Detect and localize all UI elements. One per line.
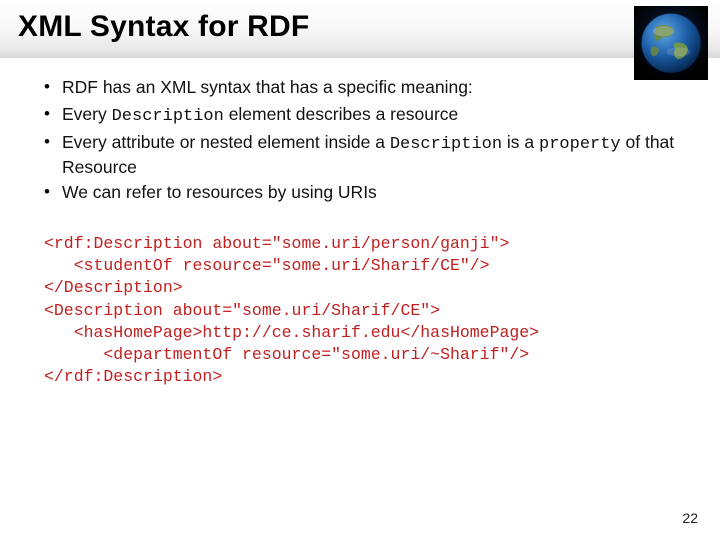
bullet-code: property	[539, 135, 621, 154]
bullet-list: RDF has an XML syntax that has a specifi…	[26, 76, 694, 207]
slide-title: XML Syntax for RDF	[18, 10, 702, 44]
bullet-text: Every	[62, 104, 112, 124]
slide: XML Syntax for RDF	[0, 0, 720, 540]
bullet-text: RDF has an XML syntax that has a specifi…	[62, 77, 473, 97]
code-block: <rdf:Description about="some.uri/person/…	[26, 233, 694, 389]
bullet-text: Every attribute or nested element inside…	[62, 132, 390, 152]
list-item: RDF has an XML syntax that has a specifi…	[44, 76, 694, 101]
list-item: We can refer to resources by using URIs	[44, 181, 694, 206]
page-number: 22	[682, 510, 698, 526]
list-item: Every Description element describes a re…	[44, 103, 694, 128]
body-area: RDF has an XML syntax that has a specifi…	[0, 58, 720, 389]
title-area: XML Syntax for RDF	[0, 0, 720, 58]
list-item: Every attribute or nested element inside…	[44, 131, 694, 180]
bullet-text: element describes a resource	[224, 104, 458, 124]
bullet-text: We can refer to resources by using URIs	[62, 182, 377, 202]
bullet-code: Description	[390, 135, 502, 154]
earth-icon	[634, 6, 708, 80]
bullet-text: is a	[502, 132, 539, 152]
bullet-code: Description	[112, 107, 224, 126]
